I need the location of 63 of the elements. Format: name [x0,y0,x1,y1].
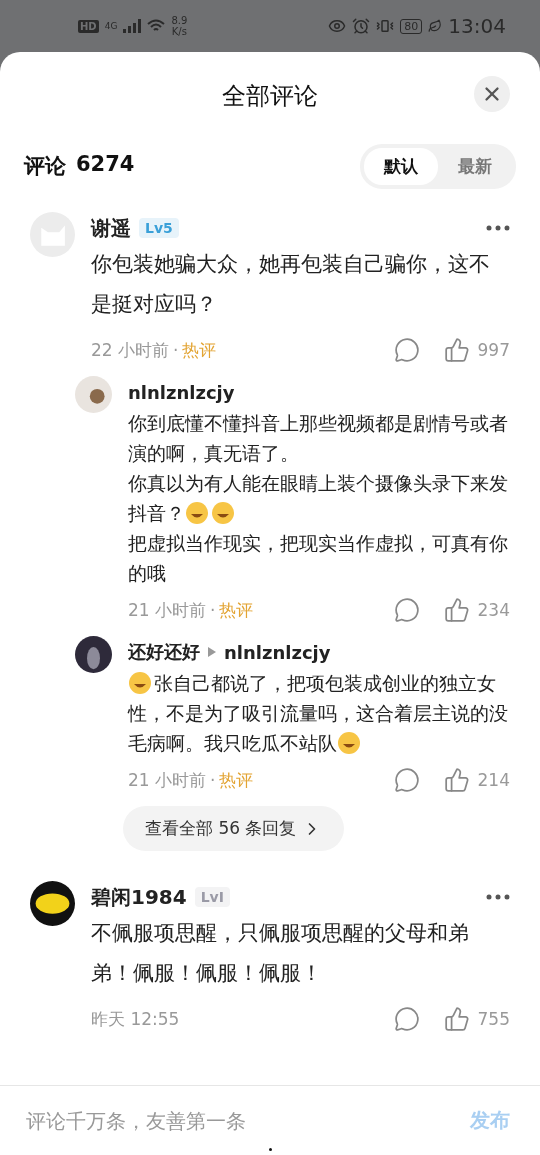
user-name[interactable]: 碧闲1984 [91,883,187,911]
level-badge: Lv5 [139,218,179,238]
reply-icon[interactable] [393,597,420,623]
smiley-icon [185,501,209,525]
smiley-icon [128,671,152,695]
comment-text: 张自己都说了，把项包装成创业的独立女性，不是为了吸引流量吗，这合着层主说的没毛病啊。我只吃瓜不站队 [128,670,509,757]
more-icon[interactable] [486,225,510,231]
separator: · [173,340,179,360]
reply-icon[interactable] [393,337,420,363]
like-icon[interactable] [443,1006,470,1032]
user-name[interactable]: 谢遥 [91,214,131,242]
comment-count: 6274 [76,152,135,178]
comment-time: 21 小时前 [128,598,207,622]
reply-icon[interactable] [393,1006,420,1032]
like-count: 214 [477,770,510,790]
sort-tab[interactable]: 最新 [438,147,512,185]
separator: · [210,770,216,790]
signal-icon [123,19,142,33]
avatar[interactable] [30,881,75,926]
like-icon[interactable] [443,767,470,793]
comments-label: 评论 [24,153,66,180]
like-count: 755 [477,1009,510,1029]
sort-tab[interactable]: 默认 [364,147,438,185]
view-replies-button[interactable]: 查看全部 56 条回复 [123,806,345,851]
like-count: 997 [477,340,510,360]
level-badge: LvI [194,887,230,907]
smiley-icon [211,501,235,525]
comment-time: 21 小时前 [128,768,207,792]
comment-text: 不佩服项思醒，只佩服项思醒的父母和弟弟！佩服！佩服！佩服！ [91,920,470,987]
avatar[interactable] [75,636,112,673]
close-button[interactable] [474,76,510,112]
vibrate-icon [376,17,395,35]
comment-text: 你真以为有人能在眼睛上装个摄像头录下来发抖音？ [128,471,509,527]
comment-time: 22 小时前 [91,338,170,362]
separator: · [210,600,216,620]
comment-time: 昨天 12:55 [91,1007,180,1031]
like-icon[interactable] [443,597,470,623]
like-count: 234 [477,600,510,620]
hot-tag: 热评 [182,338,217,362]
hd-icon: HD [78,19,99,33]
hot-tag: 热评 [219,598,254,622]
like-icon[interactable] [443,337,470,363]
alarm-icon [352,17,371,35]
nav-dot [269,1148,272,1151]
clock-time: 13:04 [448,14,506,38]
smiley-icon [337,731,361,755]
sheet-title: 全部评论 [222,81,318,112]
hot-tag: 热评 [219,768,254,792]
network-type: 4G [104,21,118,31]
wifi-icon [147,19,166,33]
caret-icon [208,647,216,657]
reply-icon[interactable] [393,767,420,793]
battery-icon: 80 [400,18,423,34]
user-name[interactable]: nlnlznlzcjy [128,381,235,403]
comment-text: 把虚拟当作现实，把现实当作虚拟，可真有你的哦 [128,531,509,586]
network-speed: 8.9 K/s [171,15,188,37]
more-icon[interactable] [486,894,510,900]
eye-icon [328,17,347,35]
comment-text: 你到底懂不懂抖音上那些视频都是剧情号或者演的啊，真无语了。 [128,411,509,466]
reply-to-name[interactable]: nlnlznlzcjy [224,641,331,663]
leaf-icon [428,19,443,33]
user-name[interactable]: 还好还好 [128,640,200,664]
comment-text: 你包装她骗大众，她再包装自己骗你，这不是挺对应吗？ [91,251,491,318]
